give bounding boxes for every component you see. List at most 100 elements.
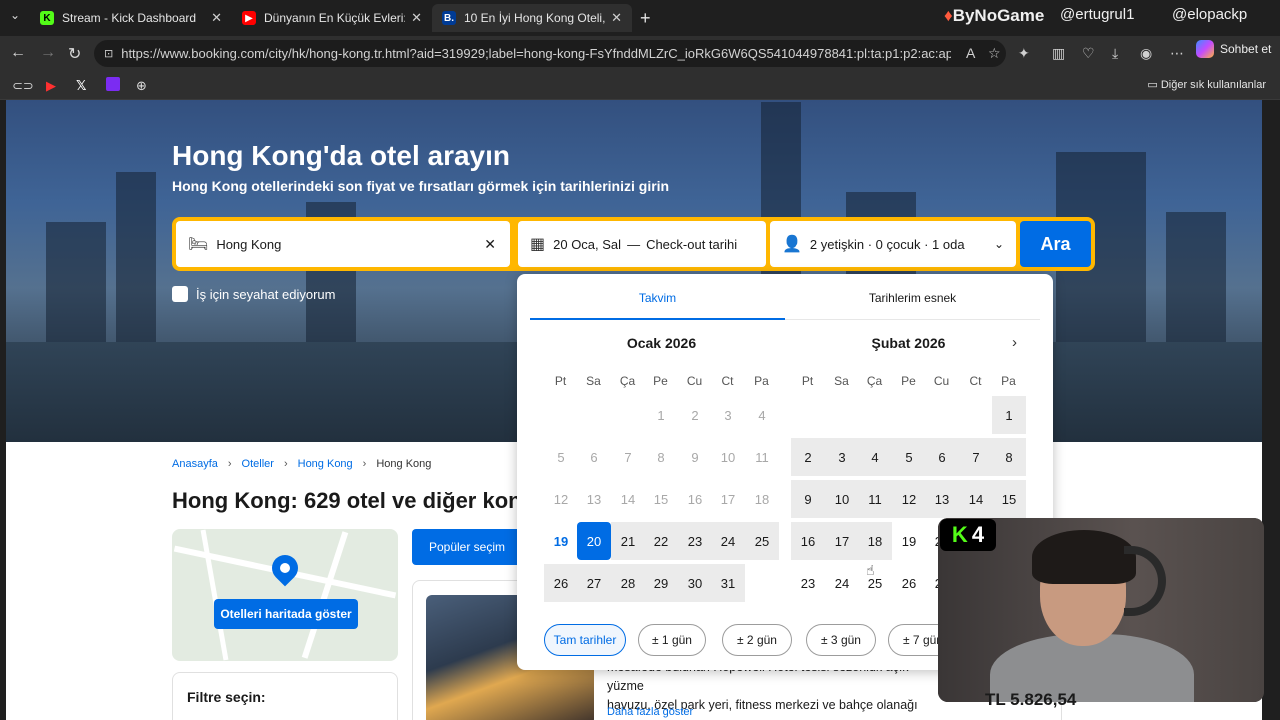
calendar-day[interactable]: 26 [544, 564, 578, 602]
youtube-bookmark-icon[interactable]: ▶ [46, 78, 56, 94]
dates-field[interactable]: ▦ 20 Oca, Sal — Check-out tarihi [518, 221, 766, 267]
kick-logo-icon: K [951, 522, 968, 547]
checkbox-box[interactable] [172, 286, 188, 302]
calendar-day[interactable]: 27 [577, 564, 611, 602]
calendar-day[interactable]: 3 [825, 438, 859, 476]
tab-kick-dashboard[interactable]: K Stream - Kick Dashboard ✕ [30, 4, 232, 32]
search-button[interactable]: Ara [1020, 221, 1091, 267]
read-aloud-icon[interactable]: A [966, 45, 975, 61]
weekday-label: Cu [686, 374, 703, 388]
breadcrumb-hotels[interactable]: Oteller [242, 458, 274, 470]
copilot-button[interactable]: Sohbet et [1196, 40, 1271, 58]
url-text[interactable]: https://www.booking.com/city/hk/hong-kon… [121, 46, 951, 61]
twitch-bookmark-icon[interactable] [106, 77, 120, 91]
map-preview[interactable]: Otelleri haritada göster [172, 529, 398, 661]
calendar-day[interactable]: 30 [678, 564, 712, 602]
tab-booking[interactable]: B. 10 En İyi Hong Kong Oteli, Hong K ✕ [432, 4, 632, 32]
extensions-icon[interactable]: ✦ [1018, 45, 1030, 62]
back-icon[interactable]: ← [10, 44, 26, 62]
hero-subtitle: Hong Kong otellerindeki son fiyat ve fır… [172, 178, 670, 194]
calendar-day[interactable]: 29 [644, 564, 678, 602]
chevron-right-icon: › [362, 458, 367, 470]
clear-icon[interactable]: ✕ [484, 236, 496, 253]
flex-option-2-days[interactable]: ± 2 gün [722, 624, 792, 656]
globe-bookmark-icon[interactable]: ⊕ [136, 78, 147, 94]
calendar-day[interactable]: 10 [825, 480, 859, 518]
calendar-day[interactable]: 20 [577, 522, 611, 560]
weekday-label: Ct [721, 374, 734, 388]
calendar-day[interactable]: 11 [858, 480, 892, 518]
calendar-day[interactable]: 19 [892, 522, 926, 560]
calendar-day[interactable]: 22 [644, 522, 678, 560]
calendar-day: 3 [724, 407, 732, 423]
address-bar[interactable]: ⊡ https://www.booking.com/city/hk/hong-k… [94, 40, 1006, 67]
sort-button[interactable]: Popüler seçim [412, 529, 522, 565]
tab-calendar[interactable]: Takvim [530, 291, 785, 305]
breadcrumb-region[interactable]: Hong Kong [298, 458, 353, 470]
split-screen-icon[interactable]: ▥ [1052, 45, 1065, 62]
destination-field[interactable]: 🛏 Hong Kong ✕ [176, 221, 510, 267]
calendar-day[interactable]: 1 [992, 396, 1026, 434]
new-tab-button[interactable]: + [640, 8, 651, 29]
close-tab-icon[interactable]: ✕ [611, 10, 622, 26]
close-tab-icon[interactable]: ✕ [411, 10, 422, 26]
favorites-icon[interactable]: ♡ [1082, 45, 1095, 62]
guests-field[interactable]: 👤 2 yetişkin · 0 çocuk · 1 oda ⌄ [770, 221, 1016, 267]
site-info-icon[interactable]: ⊡ [104, 47, 113, 60]
calendar-day[interactable]: 19 [544, 522, 578, 560]
map-road [301, 531, 349, 659]
calendar-day: 9 [691, 449, 699, 465]
show-more-link[interactable]: Daha fazla göster [607, 706, 693, 718]
show-on-map-button[interactable]: Otelleri haritada göster [214, 599, 358, 629]
other-favorites[interactable]: ▭ Diğer sık kullanılanlar [1147, 78, 1266, 91]
tiktok-handle: @elopackp [1172, 6, 1248, 23]
calendar-day[interactable]: 26 [892, 564, 926, 602]
calendar-day[interactable]: 18 [858, 522, 892, 560]
flex-option-1-day[interactable]: ± 1 gün [638, 624, 706, 656]
reload-icon[interactable]: ↻ [68, 44, 81, 64]
breadcrumb-home[interactable]: Anasayfa [172, 458, 218, 470]
calendar-day[interactable]: 25 [858, 564, 892, 602]
instagram-handle: @ertugrul1 [1060, 6, 1135, 23]
calendar-day[interactable]: 25 [745, 522, 779, 560]
close-tab-icon[interactable]: ✕ [211, 10, 222, 26]
calendar-day[interactable]: 4 [858, 438, 892, 476]
x-bookmark-icon[interactable]: 𝕏 [76, 78, 86, 94]
tab-flexible-dates[interactable]: Tarihlerim esnek [785, 291, 1040, 305]
calendar-day[interactable]: 31 [711, 564, 745, 602]
skyline-building [46, 222, 106, 342]
calendar-day[interactable]: 24 [711, 522, 745, 560]
calendar-day[interactable]: 23 [678, 522, 712, 560]
calendar-day[interactable]: 23 [791, 564, 825, 602]
profile-icon[interactable]: ◉ [1140, 45, 1152, 62]
tab-groups-icon[interactable]: ⊂⊃ [12, 78, 34, 94]
calendar-day[interactable]: 17 [825, 522, 859, 560]
calendar-day[interactable]: 7 [959, 438, 993, 476]
flex-option-exact[interactable]: Tam tarihler [544, 624, 626, 656]
tab-youtube[interactable]: ▶ Dünyanın En Küçük Evleri: 1,5 m² T ✕ [232, 4, 432, 32]
calendar-day[interactable]: 9 [791, 480, 825, 518]
calendar-day[interactable]: 15 [992, 480, 1026, 518]
calendar-day[interactable]: 6 [925, 438, 959, 476]
calendar-day: 18 [754, 491, 770, 507]
business-travel-checkbox[interactable]: İş için seyahat ediyorum [172, 286, 335, 302]
flex-option-3-days[interactable]: ± 3 gün [806, 624, 876, 656]
destination-value: Hong Kong [216, 236, 282, 252]
calendar-day[interactable]: 5 [892, 438, 926, 476]
calendar-day[interactable]: 16 [791, 522, 825, 560]
calendar-day[interactable]: 28 [611, 564, 645, 602]
calendar-day[interactable]: 12 [892, 480, 926, 518]
calendar-day[interactable]: 13 [925, 480, 959, 518]
calendar-day[interactable]: 8 [992, 438, 1026, 476]
favorite-star-icon[interactable]: ☆ [988, 45, 1001, 62]
calendar-day: 16 [687, 491, 703, 507]
tab-actions-icon[interactable]: ⌄ [10, 8, 20, 22]
calendar-day[interactable]: 24 [825, 564, 859, 602]
forward-icon[interactable]: → [40, 44, 56, 62]
downloads-icon[interactable]: ⤓ [1112, 45, 1118, 62]
calendar-day[interactable]: 14 [959, 480, 993, 518]
more-menu-icon[interactable]: ⋯ [1170, 45, 1184, 62]
calendar-day[interactable]: 2 [791, 438, 825, 476]
next-month-icon[interactable]: › [1012, 334, 1017, 351]
calendar-day[interactable]: 21 [611, 522, 645, 560]
